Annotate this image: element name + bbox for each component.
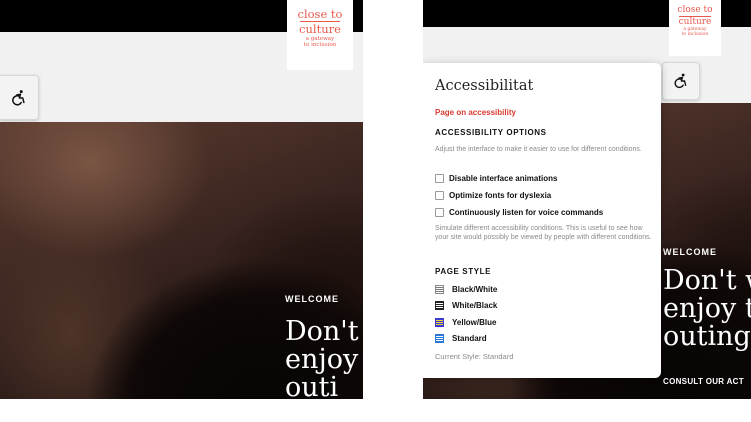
style-label: Standard bbox=[452, 334, 487, 343]
current-style-text: Current Style: Standard bbox=[435, 352, 514, 361]
logo-tagline-2: to inclusion bbox=[303, 42, 337, 49]
accessibility-panel: Accessibilitat Page on accessibility ACC… bbox=[423, 63, 661, 378]
style-label: Black/White bbox=[452, 285, 498, 294]
headline-line-1: Don't bbox=[285, 316, 359, 347]
welcome-label: WELCOME bbox=[663, 247, 717, 257]
headline-line-2: enjoy bbox=[285, 344, 359, 375]
option-label: Disable interface animations bbox=[449, 174, 558, 183]
brand-logo[interactable]: close to culture a gateway to inclusion bbox=[287, 0, 353, 70]
checkbox[interactable] bbox=[435, 191, 444, 200]
brand-logo[interactable]: close to culture a gateway to inclusion bbox=[669, 0, 721, 56]
option-dyslexia-fonts[interactable]: Optimize fonts for dyslexia bbox=[435, 190, 551, 201]
logo-line-2: culture bbox=[299, 22, 341, 37]
panel-title: Accessibilitat bbox=[435, 78, 534, 94]
option-label: Continuously listen for voice commands bbox=[449, 208, 604, 217]
right-screenshot-frame: close to culture a gateway to inclusion … bbox=[423, 0, 751, 399]
options-heading: ACCESSIBILITY OPTIONS bbox=[435, 128, 547, 137]
wheelchair-icon bbox=[12, 89, 25, 106]
welcome-label: WELCOME bbox=[285, 294, 339, 304]
hero-image: WELCOME Don't enjoy outi bbox=[0, 122, 363, 399]
style-label: Yellow/Blue bbox=[452, 318, 497, 327]
hero-headline: Don't w enjoy th outing! bbox=[663, 267, 751, 351]
style-white-black[interactable]: White/Black bbox=[435, 300, 497, 311]
checkbox[interactable] bbox=[435, 208, 444, 217]
hero-headline: Don't enjoy outi bbox=[285, 316, 359, 400]
option-voice-commands[interactable]: Continuously listen for voice commands bbox=[435, 207, 603, 218]
headline-line-3: outing! bbox=[663, 321, 751, 352]
consult-activities-link[interactable]: CONSULT OUR ACT bbox=[663, 377, 744, 386]
option-label: Optimize fonts for dyslexia bbox=[449, 191, 552, 200]
headline-line-2: enjoy th bbox=[663, 293, 751, 324]
style-standard[interactable]: Standard bbox=[435, 333, 487, 344]
style-black-white[interactable]: Black/White bbox=[435, 284, 497, 295]
page-style-heading: PAGE STYLE bbox=[435, 267, 492, 276]
checkbox[interactable] bbox=[435, 174, 444, 183]
left-screenshot-frame: close to culture a gateway to inclusion … bbox=[0, 0, 363, 399]
accessibility-page-link[interactable]: Page on accessibility bbox=[435, 108, 516, 117]
logo-line-1: close to bbox=[297, 7, 343, 21]
black-white-swatch-icon bbox=[435, 285, 444, 294]
headline-line-1: Don't w bbox=[663, 265, 751, 296]
standard-swatch-icon bbox=[435, 334, 444, 343]
option-disable-animations[interactable]: Disable interface animations bbox=[435, 173, 557, 184]
white-black-swatch-icon bbox=[435, 301, 444, 310]
simulate-description: Simulate different accessibility conditi… bbox=[435, 225, 652, 241]
yellow-blue-swatch-icon bbox=[435, 318, 444, 327]
style-label: White/Black bbox=[452, 301, 498, 310]
headline-line-3: outi bbox=[285, 372, 339, 400]
options-description: Adjust the interface to make it easier t… bbox=[435, 146, 642, 153]
accessibility-toggle-button[interactable] bbox=[0, 75, 39, 120]
wheelchair-icon bbox=[674, 73, 687, 89]
accessibility-toggle-button[interactable] bbox=[662, 62, 700, 100]
logo-tagline-2: to inclusion bbox=[681, 31, 709, 37]
style-yellow-blue[interactable]: Yellow/Blue bbox=[435, 317, 496, 328]
logo-line-1: close to bbox=[677, 5, 713, 15]
